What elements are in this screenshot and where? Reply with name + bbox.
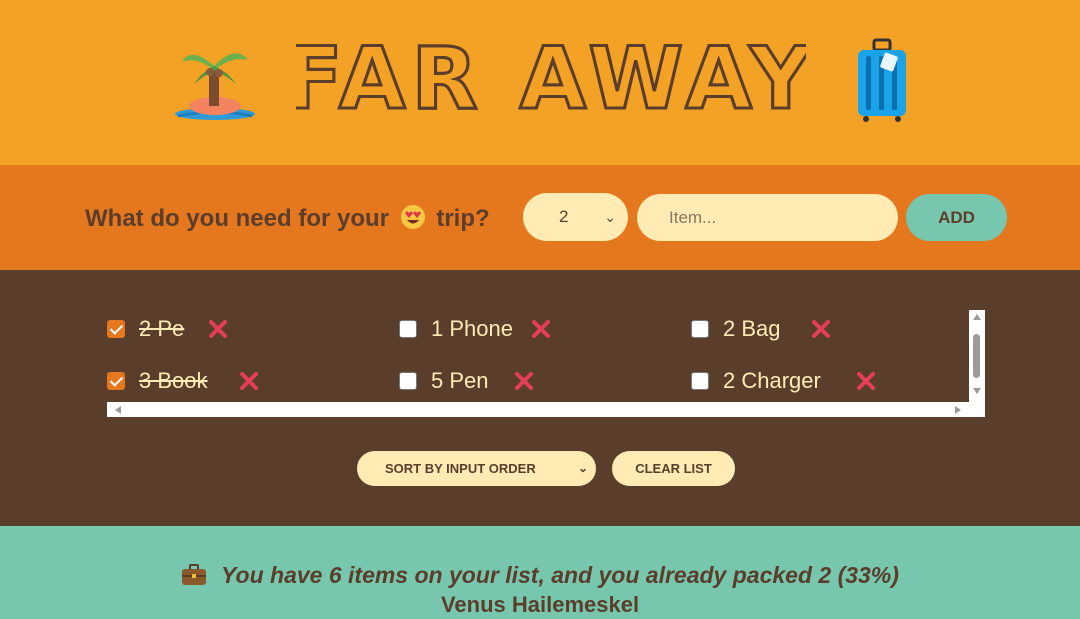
packed-checkbox[interactable] <box>691 320 709 338</box>
packed-checkbox[interactable] <box>107 320 125 338</box>
quantity-value: 2 <box>559 207 569 226</box>
scroll-right-arrow-icon[interactable] <box>955 406 961 414</box>
horizontal-scrollbar[interactable] <box>107 402 985 417</box>
app-header: FAR AWAY FAR AWAY <box>0 0 1080 165</box>
question-text-after: trip? <box>436 205 490 232</box>
packed-checkbox[interactable] <box>399 372 417 390</box>
delete-x-icon[interactable] <box>855 370 877 392</box>
question-text-before: What do you need for your <box>85 205 389 232</box>
sort-select[interactable]: SORT BY INPUT ORDER ⌄ <box>357 451 596 486</box>
delete-x-icon[interactable] <box>810 318 832 340</box>
chevron-down-icon: ⌄ <box>604 209 616 225</box>
packed-checkbox[interactable] <box>107 372 125 390</box>
add-item-form: What do you need for your trip? 2 ⌄ Item… <box>0 165 1080 270</box>
clear-list-button[interactable]: CLEAR LIST <box>612 451 735 486</box>
chevron-down-icon: ⌄ <box>577 461 588 475</box>
add-button[interactable]: ADD <box>906 194 1007 241</box>
delete-x-icon[interactable] <box>513 370 535 392</box>
list-item: 5 Pen <box>399 366 679 396</box>
vertical-scrollbar[interactable] <box>969 310 985 402</box>
heart-eyes-emoji-icon <box>400 205 425 229</box>
scroll-left-arrow-icon[interactable] <box>115 406 121 414</box>
scroll-up-arrow-icon[interactable] <box>973 314 981 320</box>
stats-text: You have 6 items on your list, and you a… <box>221 562 899 588</box>
palm-island-icon <box>175 53 255 120</box>
list-item: 2 Bag <box>691 314 971 344</box>
delete-x-icon[interactable] <box>207 318 229 340</box>
suitcase-icon <box>858 38 906 122</box>
item-label: 1 Phone <box>431 316 513 341</box>
item-label: 2 Bag <box>723 316 781 341</box>
sort-select-value: SORT BY INPUT ORDER <box>385 461 536 476</box>
scroll-down-arrow-icon[interactable] <box>973 388 981 394</box>
list-item: 2 Charger <box>691 366 971 396</box>
item-label: 5 Pen <box>431 368 489 393</box>
briefcase-icon <box>182 564 207 585</box>
packing-list: 2 Pe 1 Phone 2 Bag 3 Book 5 Pen 2 Charge… <box>107 310 985 417</box>
form-question: What do you need for your trip? <box>85 204 490 233</box>
author-name: Venus Hailemeskel <box>440 592 640 617</box>
delete-x-icon[interactable] <box>238 370 260 392</box>
delete-x-icon[interactable] <box>530 318 552 340</box>
packing-stats: You have 6 items on your list, and you a… <box>0 562 1080 589</box>
item-input[interactable]: Item... <box>637 194 898 241</box>
list-item: 1 Phone <box>399 314 679 344</box>
list-item: 2 Pe <box>107 314 387 344</box>
item-label: 2 Pe <box>139 316 185 341</box>
item-label: 3 Book <box>139 368 208 393</box>
app-title: FAR AWAY FAR AWAY <box>296 28 806 124</box>
quantity-select[interactable]: 2 ⌄ <box>523 193 628 241</box>
packed-checkbox[interactable] <box>399 320 417 338</box>
vertical-scroll-thumb[interactable] <box>973 334 980 378</box>
packing-list-area: 2 Pe 1 Phone 2 Bag 3 Book 5 Pen 2 Charge… <box>0 270 1080 526</box>
item-label: 2 Charger <box>723 368 821 393</box>
stats-footer: You have 6 items on your list, and you a… <box>0 526 1080 619</box>
svg-text:FAR AWAY: FAR AWAY <box>296 29 806 124</box>
list-item: 3 Book <box>107 366 387 396</box>
packed-checkbox[interactable] <box>691 372 709 390</box>
item-input-placeholder: Item... <box>669 208 717 227</box>
